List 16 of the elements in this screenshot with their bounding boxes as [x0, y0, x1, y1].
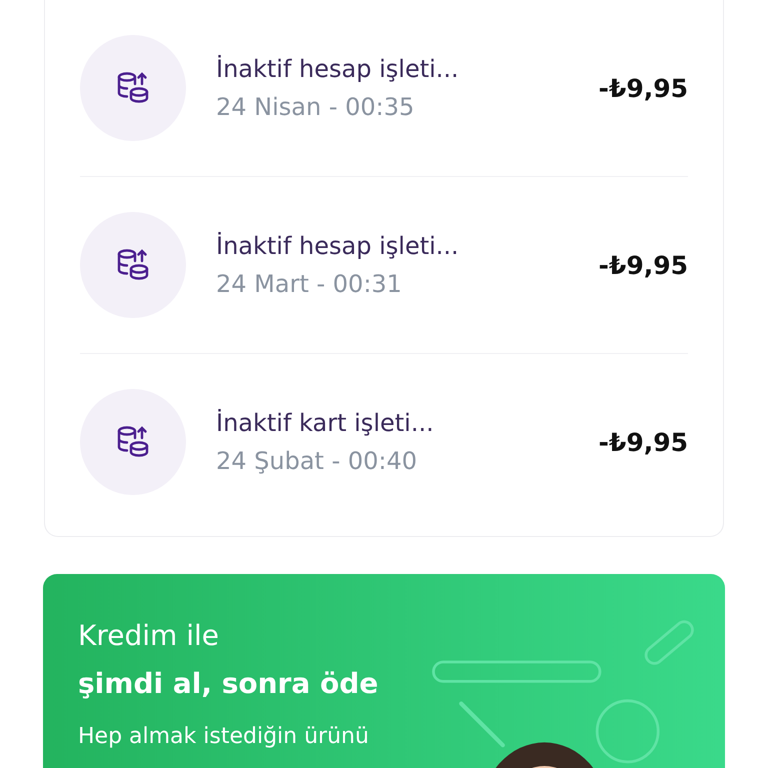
transaction-title: İnaktif hesap işleti... — [216, 232, 460, 260]
coins-stack-icon — [116, 425, 150, 459]
transaction-title: İnaktif hesap işleti... — [216, 55, 460, 83]
coins-stack-icon — [116, 248, 150, 282]
transaction-amount: -₺9,95 — [598, 74, 688, 102]
promo-banner[interactable]: Kredim ile şimdi al, sonra öde Hep almak istediğin ürünü — [43, 574, 725, 768]
promo-title: şimdi al, sonra öde — [78, 666, 378, 702]
coins-stack-icon — [116, 71, 150, 105]
transaction-date: 24 Mart - 00:31 — [216, 270, 403, 298]
transaction-date: 24 Nisan - 00:35 — [216, 93, 416, 121]
promo-text: Hep almak istediğin ürünü — [78, 724, 370, 749]
transaction-amount: -₺9,95 — [598, 250, 688, 280]
promo-title: Kredim ile — [78, 618, 220, 654]
transaction-title: İnaktif kart işleti... — [216, 409, 435, 437]
transaction-date: 24 Şubat - 00:40 — [216, 447, 418, 475]
transaction-amount: -₺9,95 — [598, 428, 688, 456]
